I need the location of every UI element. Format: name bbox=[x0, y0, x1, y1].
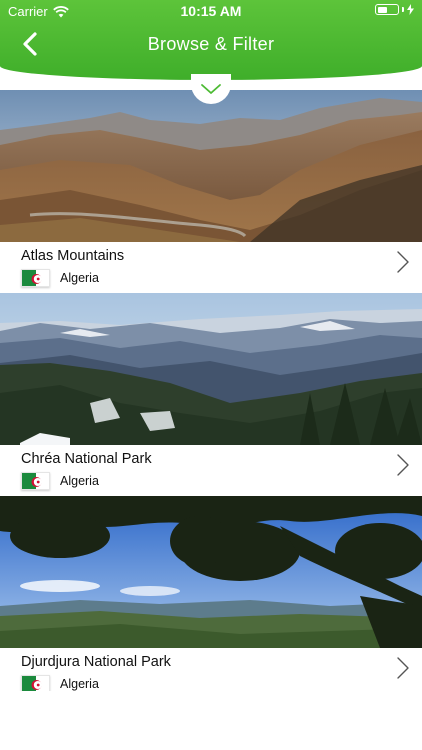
country-label: Algeria bbox=[60, 474, 99, 488]
chevron-right-icon bbox=[397, 454, 409, 476]
place-name: Chréa National Park bbox=[21, 451, 152, 467]
battery-icon bbox=[375, 4, 414, 15]
chevron-right-icon bbox=[397, 251, 409, 273]
chevron-right-icon bbox=[397, 657, 409, 679]
place-name: Atlas Mountains bbox=[21, 248, 125, 264]
navigation-bar: Browse & Filter bbox=[0, 22, 422, 66]
place-country: Algeria bbox=[21, 675, 99, 691]
place-country: Algeria bbox=[21, 472, 99, 490]
country-label: Algeria bbox=[60, 677, 99, 691]
status-bar: Carrier 10:15 AM bbox=[0, 0, 422, 22]
place-photo bbox=[0, 293, 422, 445]
header-bar: Carrier 10:15 AM Browse & Filter bbox=[0, 0, 422, 80]
page-title: Browse & Filter bbox=[147, 34, 275, 54]
status-time: 10:15 AM bbox=[180, 3, 242, 19]
algeria-flag-icon bbox=[21, 472, 50, 490]
place-country: Algeria bbox=[21, 269, 99, 287]
places-list: Atlas Mountains Algeria Chréa National P… bbox=[0, 90, 422, 691]
country-label: Algeria bbox=[60, 271, 99, 285]
place-photo bbox=[0, 496, 422, 648]
list-item[interactable]: Atlas Mountains Algeria bbox=[0, 90, 422, 293]
algeria-flag-icon bbox=[21, 269, 50, 287]
algeria-flag-icon bbox=[21, 675, 50, 691]
list-item[interactable]: Djurdjura National Park Algeria bbox=[0, 496, 422, 691]
chevron-down-icon bbox=[201, 84, 221, 94]
list-item[interactable]: Chréa National Park Algeria bbox=[0, 293, 422, 496]
place-photo bbox=[0, 90, 422, 242]
place-name: Djurdjura National Park bbox=[21, 654, 171, 670]
charging-bolt-icon bbox=[407, 4, 414, 15]
